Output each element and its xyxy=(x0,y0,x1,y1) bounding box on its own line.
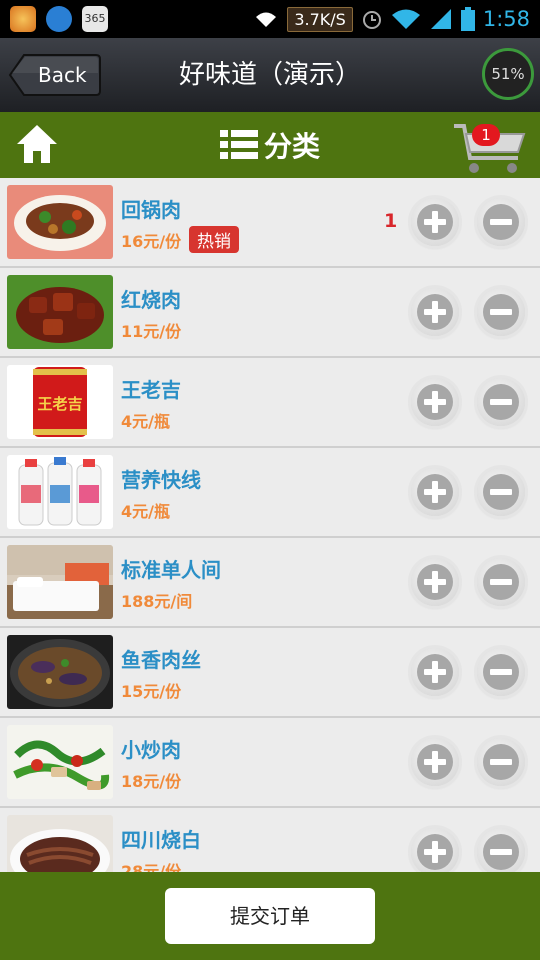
plus-icon xyxy=(417,654,453,690)
item-name: 红烧肉 xyxy=(121,288,181,312)
minus-icon xyxy=(483,564,519,600)
category-bar: 分类 1 xyxy=(0,112,540,178)
item-name: 回锅肉 xyxy=(121,198,181,222)
cart-count-badge: 1 xyxy=(472,124,500,146)
remove-button[interactable] xyxy=(477,738,525,786)
item-price: 16元/份 xyxy=(121,232,182,251)
item-name: 四川烧白 xyxy=(121,828,201,852)
item-name: 营养快线 xyxy=(121,468,201,492)
plus-icon xyxy=(417,474,453,510)
category-button[interactable]: 分类 xyxy=(220,122,320,168)
minus-icon xyxy=(483,654,519,690)
item-photo-yuxiangrousi xyxy=(7,635,113,709)
network-speed: 3.7K/S xyxy=(287,6,353,32)
add-button[interactable] xyxy=(411,828,459,872)
item-price: 4元/瓶 xyxy=(121,502,170,521)
plus-icon xyxy=(417,834,453,870)
item-name: 王老吉 xyxy=(121,378,181,402)
minus-icon xyxy=(483,294,519,330)
home-icon[interactable] xyxy=(14,122,60,166)
add-button[interactable] xyxy=(411,378,459,426)
submit-order-button[interactable]: 提交订单 xyxy=(165,888,375,944)
item-photo-sichuan-shaobai xyxy=(7,815,113,872)
add-button[interactable] xyxy=(411,738,459,786)
remove-button[interactable] xyxy=(477,288,525,336)
title-bar: Back 好味道（演示） 51% xyxy=(0,38,540,114)
plus-icon xyxy=(417,204,453,240)
plus-icon xyxy=(417,744,453,780)
item-photo-xiaochaorou xyxy=(7,725,113,799)
battery-icon xyxy=(460,7,475,31)
cell-signal-icon xyxy=(430,9,451,29)
item-price: 188元/间 xyxy=(121,592,193,611)
status-bar: 365 3.7K/S 1:58 xyxy=(0,0,540,38)
minus-icon xyxy=(483,384,519,420)
menu-list: 回锅肉 16元/份 热销 1 红烧肉 11元/份 王老吉 王老吉 4元/瓶 营养… xyxy=(0,178,540,872)
remove-button[interactable] xyxy=(477,198,525,246)
can-label-text: 王老吉 xyxy=(37,395,82,413)
list-item[interactable]: 王老吉 王老吉 4元/瓶 xyxy=(0,358,540,448)
item-price: 15元/份 xyxy=(121,682,182,701)
add-button[interactable] xyxy=(411,288,459,336)
add-button[interactable] xyxy=(411,558,459,606)
wifi-icon xyxy=(256,12,277,27)
item-photo-hongshaorou xyxy=(7,275,113,349)
remove-button[interactable] xyxy=(477,558,525,606)
clock: 1:58 xyxy=(482,7,530,31)
wifi-signal-icon xyxy=(391,9,420,29)
add-button[interactable] xyxy=(411,648,459,696)
plus-icon xyxy=(417,564,453,600)
qq-icon xyxy=(46,6,72,32)
alarm-icon xyxy=(362,11,381,29)
app-notification-icon xyxy=(10,6,36,32)
item-price: 11元/份 xyxy=(121,322,182,341)
add-button[interactable] xyxy=(411,198,459,246)
list-item[interactable]: 鱼香肉丝 15元/份 xyxy=(0,628,540,718)
notification-icons: 365 xyxy=(10,6,108,32)
calendar-icon: 365 xyxy=(82,6,108,32)
add-button[interactable] xyxy=(411,468,459,516)
item-name: 小炒肉 xyxy=(121,738,181,762)
list-item[interactable]: 红烧肉 11元/份 xyxy=(0,268,540,358)
item-name: 鱼香肉丝 xyxy=(121,648,201,672)
remove-button[interactable] xyxy=(477,468,525,516)
page-title: 好味道（演示） xyxy=(178,60,361,90)
list-icon xyxy=(220,130,258,159)
remove-button[interactable] xyxy=(477,828,525,872)
item-quantity: 1 xyxy=(384,210,398,232)
item-name: 标准单人间 xyxy=(121,558,221,582)
progress-percent-indicator: 51% xyxy=(482,48,534,100)
hot-sale-badge: 热销 xyxy=(189,226,239,253)
list-item[interactable]: 回锅肉 16元/份 热销 1 xyxy=(0,178,540,268)
minus-icon xyxy=(483,744,519,780)
item-price: 18元/份 xyxy=(121,772,182,791)
minus-icon xyxy=(483,474,519,510)
list-item[interactable]: 标准单人间 188元/间 xyxy=(0,538,540,628)
bottom-bar: 提交订单 xyxy=(0,872,540,960)
remove-button[interactable] xyxy=(477,378,525,426)
plus-icon xyxy=(417,384,453,420)
item-photo-huiguorou xyxy=(7,185,113,259)
item-photo-yingyangkuaixian-bottles xyxy=(7,455,113,529)
list-item[interactable]: 小炒肉 18元/份 xyxy=(0,718,540,808)
item-price: 4元/瓶 xyxy=(121,412,170,431)
minus-icon xyxy=(483,834,519,870)
minus-icon xyxy=(483,204,519,240)
item-price: 28元/份 xyxy=(121,862,182,872)
plus-icon xyxy=(417,294,453,330)
item-photo-single-room xyxy=(7,545,113,619)
category-label: 分类 xyxy=(264,130,321,163)
list-item[interactable]: 营养快线 4元/瓶 xyxy=(0,448,540,538)
remove-button[interactable] xyxy=(477,648,525,696)
list-item[interactable]: 四川烧白 28元/份 xyxy=(0,808,540,872)
item-photo-wanglaoji-can: 王老吉 xyxy=(7,365,113,439)
